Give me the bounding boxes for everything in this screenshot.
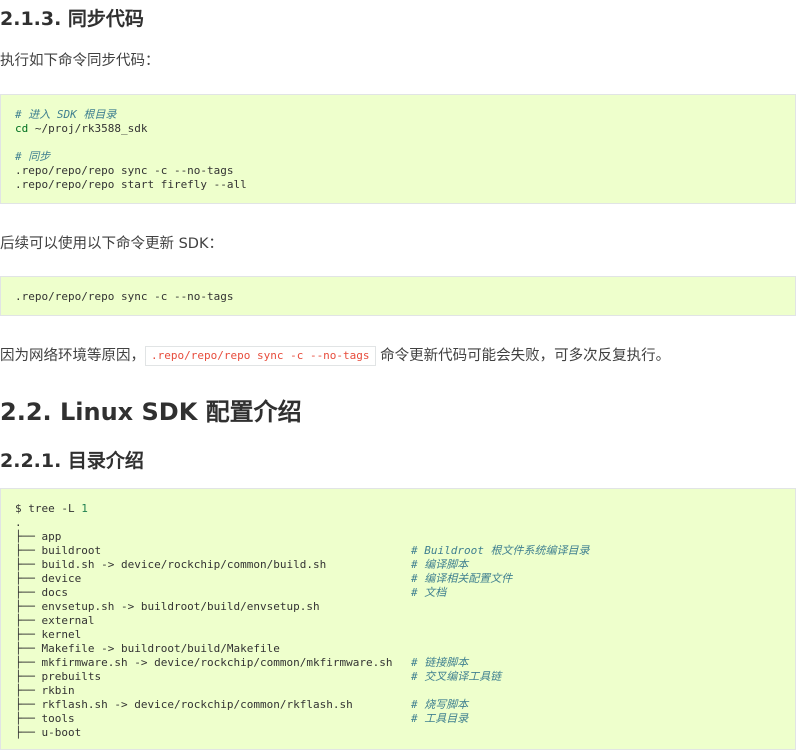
tree-entry: ├── docs bbox=[15, 586, 68, 599]
tree-comment: # 文档 bbox=[411, 586, 447, 599]
tree-comment: # 交叉编译工具链 bbox=[411, 670, 502, 683]
section-heading-2-1-3: 2.1.3. 同步代码 bbox=[0, 8, 144, 30]
code-comment: # 进入 SDK 根目录 bbox=[15, 108, 117, 121]
sync-intro-text: 执行如下命令同步代码： bbox=[0, 53, 160, 69]
tree-rows: ├── app ├── buildroot # Buildroot 根文件系统编译目… bbox=[15, 530, 781, 740]
code-block-sync: # 进入 SDK 根目录 cd ~/proj/rk3588_sdk # 同步 .… bbox=[0, 94, 796, 204]
code-text: ~/proj/rk3588_sdk bbox=[28, 122, 148, 135]
tree-row: ├── mkfirmware.sh -> device/rockchip/com… bbox=[15, 656, 781, 670]
tree-depth-number: 1 bbox=[81, 502, 88, 515]
tree-row: ├── prebuilts # 交叉编译工具链 bbox=[15, 670, 781, 684]
network-note: 因为网络环境等原因， .repo/repo/repo sync -c --no-t… bbox=[0, 344, 670, 366]
tree-entry: ├── app bbox=[15, 530, 62, 543]
tree-row: ├── rkbin bbox=[15, 684, 781, 698]
tree-entry: ├── external bbox=[15, 614, 95, 627]
tree-entry: ├── buildroot bbox=[15, 544, 102, 557]
tree-row: ├── external bbox=[15, 614, 781, 628]
code-comment: # 同步 bbox=[15, 150, 51, 163]
tree-entry: ├── device bbox=[15, 572, 82, 585]
update-sdk-text: 后续可以使用以下命令更新 SDK： bbox=[0, 236, 223, 252]
tree-row: ├── docs # 文档 bbox=[15, 586, 781, 600]
tree-entry: ├── rkbin bbox=[15, 684, 75, 697]
tree-row: ├── Makefile -> buildroot/build/Makefile bbox=[15, 642, 781, 656]
tree-root: . bbox=[15, 516, 22, 529]
tree-row: ├── u-boot bbox=[15, 726, 781, 740]
inline-code-sync: .repo/repo/repo sync -c --no-tags bbox=[145, 346, 376, 366]
tree-row: ├── device # 编译相关配置文件 bbox=[15, 572, 781, 586]
code-line: .repo/repo/repo sync -c --no-tags bbox=[15, 290, 234, 303]
tree-prompt: $ tree -L bbox=[15, 502, 82, 515]
code-keyword: cd bbox=[15, 122, 29, 135]
tree-entry: ├── u-boot bbox=[15, 726, 82, 739]
tree-row: ├── app bbox=[15, 530, 781, 544]
code-block-tree: $ tree -L 1 . ├── app ├── buildroot # Buil… bbox=[0, 488, 796, 750]
tree-comment: # 烧写脚本 bbox=[411, 698, 469, 711]
tree-row: ├── kernel bbox=[15, 628, 781, 642]
tree-comment: # 链接脚本 bbox=[411, 656, 469, 669]
tree-entry: ├── kernel bbox=[15, 628, 82, 641]
code-line: cd ~/proj/rk3588_sdk bbox=[15, 122, 781, 136]
code-line: .repo/repo/repo start firefly --all bbox=[15, 178, 247, 191]
tree-row: ├── tools # 工具目录 bbox=[15, 712, 781, 726]
tree-row: ├── buildroot # Buildroot 根文件系统编译目录 bbox=[15, 544, 781, 558]
tree-entry: ├── mkfirmware.sh -> device/rockchip/com… bbox=[15, 656, 393, 669]
code-block-update: .repo/repo/repo sync -c --no-tags bbox=[0, 276, 796, 316]
note-text-before: 因为网络环境等原因， bbox=[0, 348, 145, 364]
tree-entry: ├── tools bbox=[15, 712, 75, 725]
tree-comment: # 工具目录 bbox=[411, 712, 469, 725]
tree-comment: # Buildroot 根文件系统编译目录 bbox=[411, 544, 590, 557]
tree-row: ├── rkflash.sh -> device/rockchip/common… bbox=[15, 698, 781, 712]
section-heading-2-2-1: 2.2.1. 目录介绍 bbox=[0, 450, 144, 472]
tree-entry: ├── build.sh -> device/rockchip/common/b… bbox=[15, 558, 327, 571]
code-line: .repo/repo/repo sync -c --no-tags bbox=[15, 164, 234, 177]
tree-entry: ├── prebuilts bbox=[15, 670, 102, 683]
tree-row: ├── envsetup.sh -> buildroot/build/envse… bbox=[15, 600, 781, 614]
tree-row: ├── build.sh -> device/rockchip/common/b… bbox=[15, 558, 781, 572]
tree-comment: # 编译脚本 bbox=[411, 558, 469, 571]
note-text-after: 命令更新代码可能会失败，可多次反复执行。 bbox=[375, 348, 671, 364]
tree-entry: ├── rkflash.sh -> device/rockchip/common… bbox=[15, 698, 353, 711]
section-heading-2-2: 2.2. Linux SDK 配置介绍 bbox=[0, 398, 302, 426]
tree-command: $ tree -L 1 bbox=[15, 502, 781, 516]
tree-entry: ├── Makefile -> buildroot/build/Makefile bbox=[15, 642, 280, 655]
tree-comment: # 编译相关配置文件 bbox=[411, 572, 513, 585]
tree-entry: ├── envsetup.sh -> buildroot/build/envse… bbox=[15, 600, 320, 613]
